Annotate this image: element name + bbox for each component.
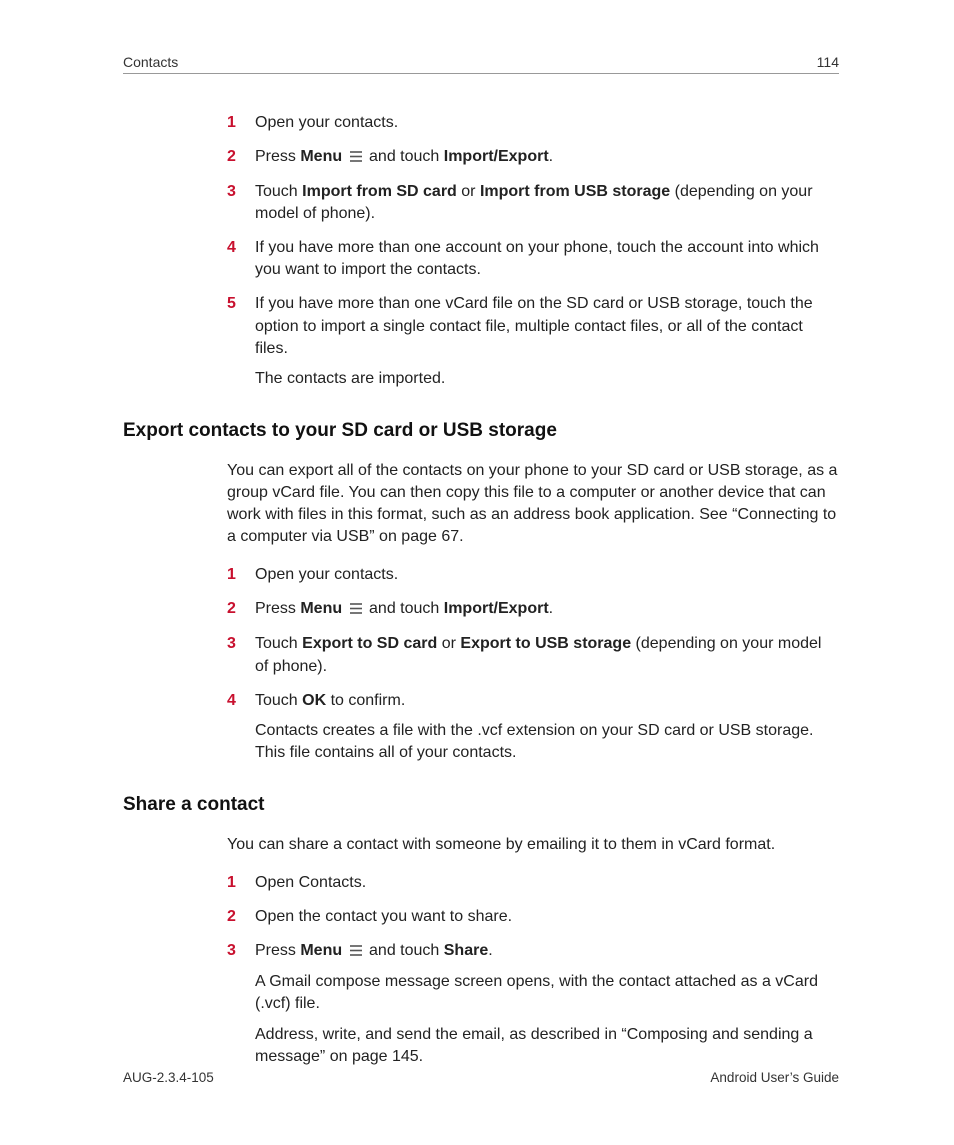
footer-left: AUG-2.3.4-105	[123, 1070, 214, 1085]
step-number: 1	[227, 564, 236, 586]
step-body: Open your contacts.	[255, 564, 839, 586]
step-number: 2	[227, 598, 236, 620]
step-number: 3	[227, 633, 236, 655]
step-item: 4 If you have more than one account on yo…	[227, 237, 839, 281]
bold-text: Import from SD card	[302, 183, 457, 200]
step-number: 2	[227, 146, 236, 168]
step-item: 1 Open Contacts.	[227, 872, 839, 894]
step-item: 4 Touch OK to confirm. Contacts creates a …	[227, 690, 839, 764]
step-body: Touch Import from SD card or Import from…	[255, 181, 839, 225]
menu-icon	[349, 599, 363, 621]
step-body: Press Menu and touch Share.	[255, 940, 839, 963]
step-extra: Address, write, and send the email, as d…	[255, 1024, 839, 1068]
bold-text: Menu	[300, 148, 342, 165]
step-item: 1 Open your contacts.	[227, 564, 839, 586]
header-section: Contacts	[123, 54, 178, 70]
step-body: Touch OK to confirm.	[255, 690, 839, 712]
import-steps: 1 Open your contacts. 2 Press Menu and touc…	[227, 112, 839, 390]
bold-text: Import/Export	[444, 600, 549, 617]
export-heading: Export contacts to your SD card or USB s…	[123, 418, 839, 444]
share-intro: You can share a contact with someone by …	[227, 834, 839, 856]
bold-text: Export to SD card	[302, 635, 437, 652]
step-number: 1	[227, 112, 236, 134]
step-number: 3	[227, 181, 236, 203]
bold-text: Menu	[300, 942, 342, 959]
step-extra: Contacts creates a file with the .vcf ex…	[255, 720, 839, 764]
bold-text: Menu	[300, 600, 342, 617]
step-item: 1 Open your contacts.	[227, 112, 839, 134]
step-body: Open the contact you want to share.	[255, 906, 839, 928]
share-heading: Share a contact	[123, 792, 839, 818]
page-content: 1 Open your contacts. 2 Press Menu and touc…	[123, 112, 839, 1068]
step-extra: The contacts are imported.	[255, 368, 839, 390]
step-body: If you have more than one vCard file on …	[255, 293, 839, 359]
bold-text: Export to USB storage	[460, 635, 631, 652]
step-number: 5	[227, 293, 236, 315]
step-body: Open your contacts.	[255, 112, 839, 134]
step-item: 3 Touch Export to SD card or Export to US…	[227, 633, 839, 677]
step-body: Press Menu and touch Import/Export.	[255, 598, 839, 621]
step-body: Press Menu and touch Import/Export.	[255, 146, 839, 169]
step-number: 4	[227, 690, 236, 712]
bold-text: Import from USB storage	[480, 183, 670, 200]
menu-icon	[349, 147, 363, 169]
step-number: 3	[227, 940, 236, 962]
step-body: If you have more than one account on you…	[255, 237, 839, 281]
menu-icon	[349, 941, 363, 963]
step-item: 2 Press Menu and touch Import/Export.	[227, 146, 839, 169]
step-number: 1	[227, 872, 236, 894]
step-body: Touch Export to SD card or Export to USB…	[255, 633, 839, 677]
step-extra: A Gmail compose message screen opens, wi…	[255, 971, 839, 1015]
running-footer: AUG-2.3.4-105 Android User’s Guide	[123, 1070, 839, 1085]
step-item: 3 Press Menu and touch Share. A Gmail comp…	[227, 940, 839, 1067]
step-body: Open Contacts.	[255, 872, 839, 894]
running-header: Contacts 114	[123, 54, 839, 74]
step-item: 3 Touch Import from SD card or Import fro…	[227, 181, 839, 225]
step-item: 2 Open the contact you want to share.	[227, 906, 839, 928]
step-number: 4	[227, 237, 236, 259]
bold-text: OK	[302, 692, 326, 709]
bold-text: Import/Export	[444, 148, 549, 165]
step-item: 2 Press Menu and touch Import/Export.	[227, 598, 839, 621]
share-steps: 1 Open Contacts. 2 Open the contact you wan…	[227, 872, 839, 1068]
export-steps: 1 Open your contacts. 2 Press Menu and touc…	[227, 564, 839, 764]
header-page-number: 114	[817, 54, 839, 70]
step-item: 5 If you have more than one vCard file on…	[227, 293, 839, 389]
export-intro: You can export all of the contacts on yo…	[227, 460, 839, 548]
bold-text: Share	[444, 942, 488, 959]
footer-right: Android User’s Guide	[710, 1070, 839, 1085]
step-number: 2	[227, 906, 236, 928]
